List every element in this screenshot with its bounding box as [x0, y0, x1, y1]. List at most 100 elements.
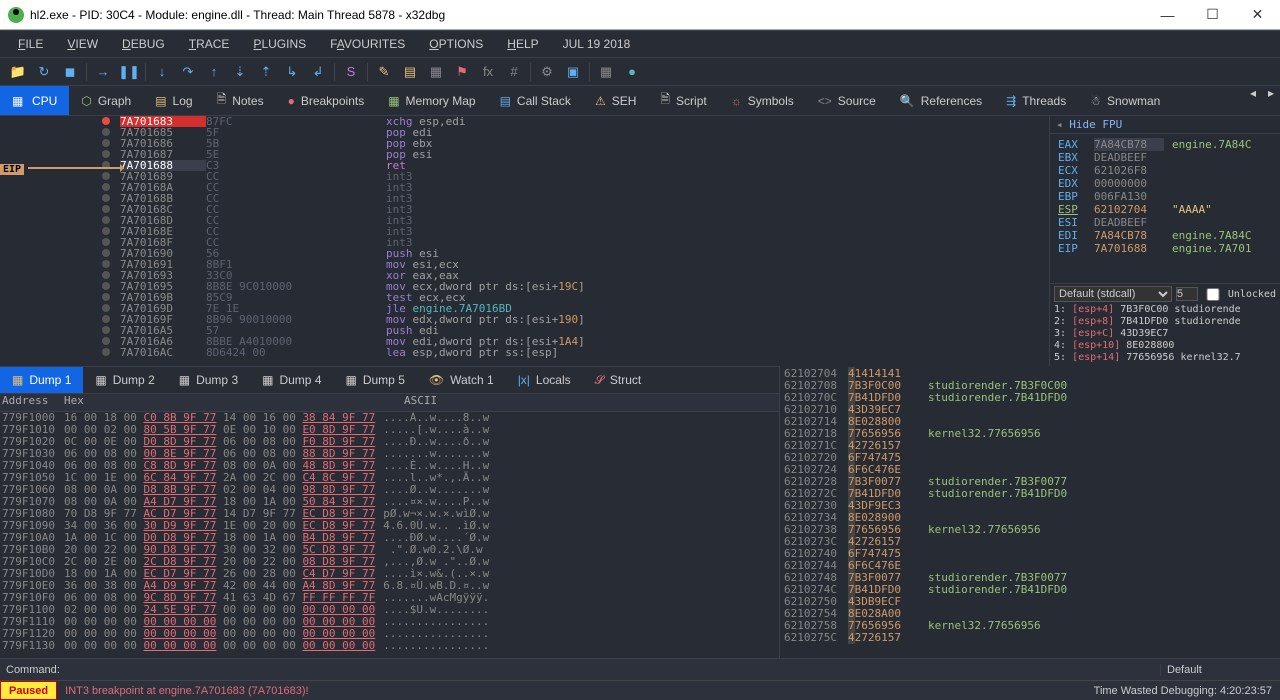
- tab-snowman[interactable]: ☃Snowman: [1078, 86, 1172, 115]
- callframe-row[interactable]: 5: [esp+14] 77656956 kernel32.7: [1054, 352, 1276, 364]
- tab-script[interactable]: 🗎Script: [648, 86, 718, 115]
- tabs-scroll-right[interactable]: ▸: [1262, 86, 1280, 100]
- stop-icon[interactable]: ◼: [58, 61, 82, 83]
- register-row[interactable]: ECX621026F8: [1058, 164, 1280, 177]
- tillret-icon[interactable]: ↳: [280, 61, 304, 83]
- tab-source[interactable]: <>Source: [806, 86, 888, 115]
- tilluser-icon[interactable]: ↲: [306, 61, 330, 83]
- register-row[interactable]: EDI7A84CB78engine.7A84C: [1058, 229, 1280, 242]
- menu-date[interactable]: JUL 19 2018: [553, 33, 641, 55]
- calling-convention-select[interactable]: Default (stdcall): [1054, 286, 1172, 302]
- tab-memorymap[interactable]: ▦Memory Map: [376, 86, 487, 115]
- dump-row[interactable]: 779F1130 00 00 00 00 00 00 00 00 00 00 0…: [0, 640, 779, 652]
- dump-tabs: ▦Dump 1 ▦Dump 2 ▦Dump 3 ▦Dump 4 ▦Dump 5 …: [0, 366, 779, 394]
- menu-debug[interactable]: DEBUG: [112, 33, 175, 55]
- menu-plugins[interactable]: PLUGINS: [243, 33, 316, 55]
- menu-trace[interactable]: TRACE: [179, 33, 240, 55]
- stack-view[interactable]: 6210270441414141 621027087B3F0C00 studio…: [780, 366, 1280, 658]
- unlocked-label: Unlocked: [1228, 289, 1276, 300]
- tab-watch1[interactable]: 👁Watch 1: [417, 367, 506, 393]
- tab-locals[interactable]: |x|Locals: [506, 367, 583, 393]
- register-row[interactable]: ESIDEADBEEF: [1058, 216, 1280, 229]
- traceover-icon[interactable]: ⇡: [254, 61, 278, 83]
- stepover-icon[interactable]: ↷: [176, 61, 200, 83]
- restart-icon[interactable]: ↻: [32, 61, 56, 83]
- register-row[interactable]: EBXDEADBEEF: [1058, 151, 1280, 164]
- tab-graph[interactable]: ⬡Graph: [69, 86, 143, 115]
- maximize-button[interactable]: ☐: [1190, 0, 1235, 30]
- pause-icon[interactable]: ❚❚: [117, 61, 141, 83]
- register-row[interactable]: EDX00000000: [1058, 177, 1280, 190]
- menu-file[interactable]: FILE: [8, 33, 53, 55]
- traceinto-icon[interactable]: ⇣: [228, 61, 252, 83]
- hide-fpu-toggle[interactable]: Hide FPU: [1050, 116, 1280, 134]
- stepin-icon[interactable]: ↓: [150, 61, 174, 83]
- tab-dump3[interactable]: ▦Dump 3: [167, 367, 250, 393]
- view-tabs: ▦CPU ⬡Graph ▤Log 🗎Notes ●Breakpoints ▦Me…: [0, 86, 1280, 116]
- tab-dump5[interactable]: ▦Dump 5: [334, 367, 417, 393]
- register-row[interactable]: EAX7A84CB78engine.7A84C: [1058, 138, 1280, 151]
- callframe-row[interactable]: 3: [esp+C] 43D39EC7: [1054, 328, 1276, 340]
- close-button[interactable]: ✕: [1235, 0, 1280, 30]
- bookmarks-icon[interactable]: ⚑: [450, 61, 474, 83]
- calc-icon[interactable]: ▦: [594, 61, 618, 83]
- tab-seh[interactable]: ⚠SEH: [583, 86, 648, 115]
- register-row[interactable]: ESP62102704"AAAA": [1058, 203, 1280, 216]
- command-mode[interactable]: Default: [1160, 664, 1280, 676]
- tab-dump1[interactable]: ▦Dump 1: [0, 367, 83, 393]
- functions-icon[interactable]: fx: [476, 61, 500, 83]
- eip-label: EIP: [0, 164, 24, 175]
- callframe-row[interactable]: 2: [esp+8] 7B41DFD0 studiorende: [1054, 316, 1276, 328]
- patches-icon[interactable]: ✎: [372, 61, 396, 83]
- command-input[interactable]: [66, 660, 1160, 680]
- unlocked-checkbox[interactable]: [1202, 288, 1224, 301]
- menu-favourites[interactable]: FAVOURITES: [320, 33, 415, 55]
- menubar: FILE VIEW DEBUG TRACE PLUGINS FAVOURITES…: [0, 30, 1280, 58]
- run-icon[interactable]: →: [91, 61, 115, 83]
- command-bar: Command: Default: [0, 658, 1280, 680]
- statusbar: Paused INT3 breakpoint at engine.7A70168…: [0, 680, 1280, 700]
- variables-icon[interactable]: #: [502, 61, 526, 83]
- tab-dump4[interactable]: ▦Dump 4: [250, 367, 333, 393]
- register-row[interactable]: EBP006FA130: [1058, 190, 1280, 203]
- register-row[interactable]: EIP7A701688engine.7A701: [1058, 242, 1280, 255]
- tab-references[interactable]: 🔍References: [888, 86, 994, 115]
- tab-dump2[interactable]: ▦Dump 2: [83, 367, 166, 393]
- tab-log[interactable]: ▤Log: [143, 86, 204, 115]
- menu-help[interactable]: HELP: [497, 33, 548, 55]
- disasm-row[interactable]: 7A7016AC8D6424 00lea esp,dword ptr ss:[e…: [0, 347, 1049, 358]
- minimize-button[interactable]: —: [1145, 0, 1190, 30]
- menu-view[interactable]: VIEW: [57, 33, 108, 55]
- status-paused-badge: Paused: [0, 681, 57, 700]
- tab-notes[interactable]: 🗎Notes: [205, 86, 276, 115]
- about-icon[interactable]: ●: [620, 61, 644, 83]
- tabs-scroll-left[interactable]: ◂: [1244, 86, 1262, 100]
- tab-symbols[interactable]: ☼Symbols: [719, 86, 806, 115]
- open-icon[interactable]: 📁: [6, 61, 30, 83]
- labels-icon[interactable]: ▦: [424, 61, 448, 83]
- stepout-icon[interactable]: ↑: [202, 61, 226, 83]
- eip-arrow-icon: [28, 167, 124, 169]
- callframe-panel: Default (stdcall) Unlocked 1: [esp+4] 7B…: [1050, 283, 1280, 366]
- hex-dump[interactable]: 779F1000 16 00 18 00 C0 8B 9F 77 14 00 1…: [0, 412, 779, 658]
- disassembly-view[interactable]: EIP 7A70168387FCxchg esp,edi7A7016855Fpo…: [0, 116, 1050, 366]
- stack-row[interactable]: 6210275C42726157: [780, 632, 1280, 644]
- scylla-icon[interactable]: S: [339, 61, 363, 83]
- window-controls: — ☐ ✕: [1145, 0, 1280, 30]
- tab-cpu[interactable]: ▦CPU: [0, 86, 69, 115]
- tab-breakpoints[interactable]: ●Breakpoints: [276, 86, 377, 115]
- callframe-row[interactable]: 4: [esp+10] 8E028800: [1054, 340, 1276, 352]
- tab-struct[interactable]: 𝓢Struct: [583, 367, 654, 393]
- comments-icon[interactable]: ▤: [398, 61, 422, 83]
- tab-callstack[interactable]: ▤Call Stack: [488, 86, 583, 115]
- arg-count-input[interactable]: [1176, 287, 1198, 301]
- appearance-icon[interactable]: ▣: [561, 61, 585, 83]
- menu-options[interactable]: OPTIONS: [419, 33, 493, 55]
- tab-threads[interactable]: ⇶Threads: [994, 86, 1078, 115]
- toolbar: 📁 ↻ ◼ → ❚❚ ↓ ↷ ↑ ⇣ ⇡ ↳ ↲ S ✎ ▤ ▦ ⚑ fx # …: [0, 58, 1280, 86]
- callframe-row[interactable]: 1: [esp+4] 7B3F0C00 studiorende: [1054, 304, 1276, 316]
- cpu-icon: ▦: [12, 94, 26, 108]
- registers-panel: Hide FPU EAX7A84CB78engine.7A84CEBXDEADB…: [1050, 116, 1280, 366]
- settings-icon[interactable]: ⚙: [535, 61, 559, 83]
- app-icon: [8, 7, 24, 23]
